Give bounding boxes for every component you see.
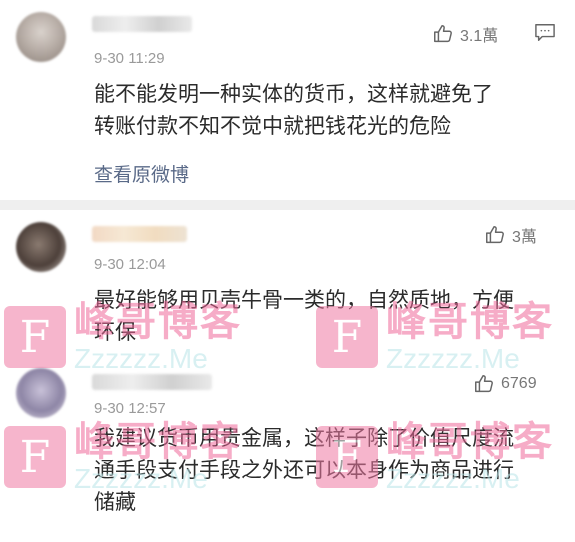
comment-time: 9-30 12:04 [94, 256, 166, 273]
thumbs-up-icon [434, 25, 452, 43]
comment-1: 9-30 11:29 3.1萬 能不能发明一种实体的货币，这样就避免了 转账付款… [0, 0, 575, 200]
avatar[interactable] [16, 12, 66, 62]
comment-text-line: 能不能发明一种实体的货币，这样就避免了 [94, 82, 493, 106]
comment-2: 9-30 12:04 3萬 最好能够用贝壳牛骨一类的，自然质地，方便 环保 [0, 210, 575, 360]
comment-separator [0, 200, 575, 210]
comment-text: 我建议货币用贵金属，这样子除了价值尺度流 通手段支付手段之外还可以本身作为商品进… [94, 422, 547, 518]
like-count: 3.1萬 [460, 28, 499, 45]
like-button[interactable]: 3.1萬 [432, 22, 498, 46]
comment-text-line: 环保 [94, 320, 136, 344]
thumbs-up-icon [486, 226, 504, 244]
avatar[interactable] [16, 368, 66, 418]
comment-text-line: 通手段支付手段之外还可以本身作为商品进行 [94, 458, 514, 482]
comment-text: 最好能够用贝壳牛骨一类的，自然质地，方便 环保 [94, 284, 547, 348]
comment-text-line: 最好能够用贝壳牛骨一类的，自然质地，方便 [94, 288, 514, 312]
avatar[interactable] [16, 222, 66, 272]
comment-text-line: 转账付款不知不觉中就把钱花光的危险 [94, 114, 451, 138]
comment-bubble-icon[interactable] [534, 22, 556, 42]
like-button[interactable]: 6769 [473, 373, 537, 395]
username-blurred[interactable] [92, 16, 192, 32]
comment-text-line: 我建议货币用贵金属，这样子除了价值尺度流 [94, 426, 514, 450]
comment-text-line: 储藏 [94, 490, 136, 514]
like-count: 6769 [501, 375, 537, 392]
view-original-weibo-link[interactable]: 查看原微博 [94, 160, 189, 187]
username-blurred[interactable] [92, 226, 187, 242]
comment-time: 9-30 11:29 [94, 50, 165, 67]
comment-3: 9-30 12:57 6769 我建议货币用贵金属，这样子除了价值尺度流 通手段… [0, 360, 575, 542]
thumbs-up-icon [475, 375, 493, 393]
like-button[interactable]: 3萬 [484, 223, 537, 247]
username-blurred[interactable] [92, 374, 212, 390]
comment-time: 9-30 12:57 [94, 400, 166, 417]
comment-text: 能不能发明一种实体的货币，这样就避免了 转账付款不知不觉中就把钱花光的危险 [94, 78, 547, 142]
like-count: 3萬 [512, 229, 537, 246]
